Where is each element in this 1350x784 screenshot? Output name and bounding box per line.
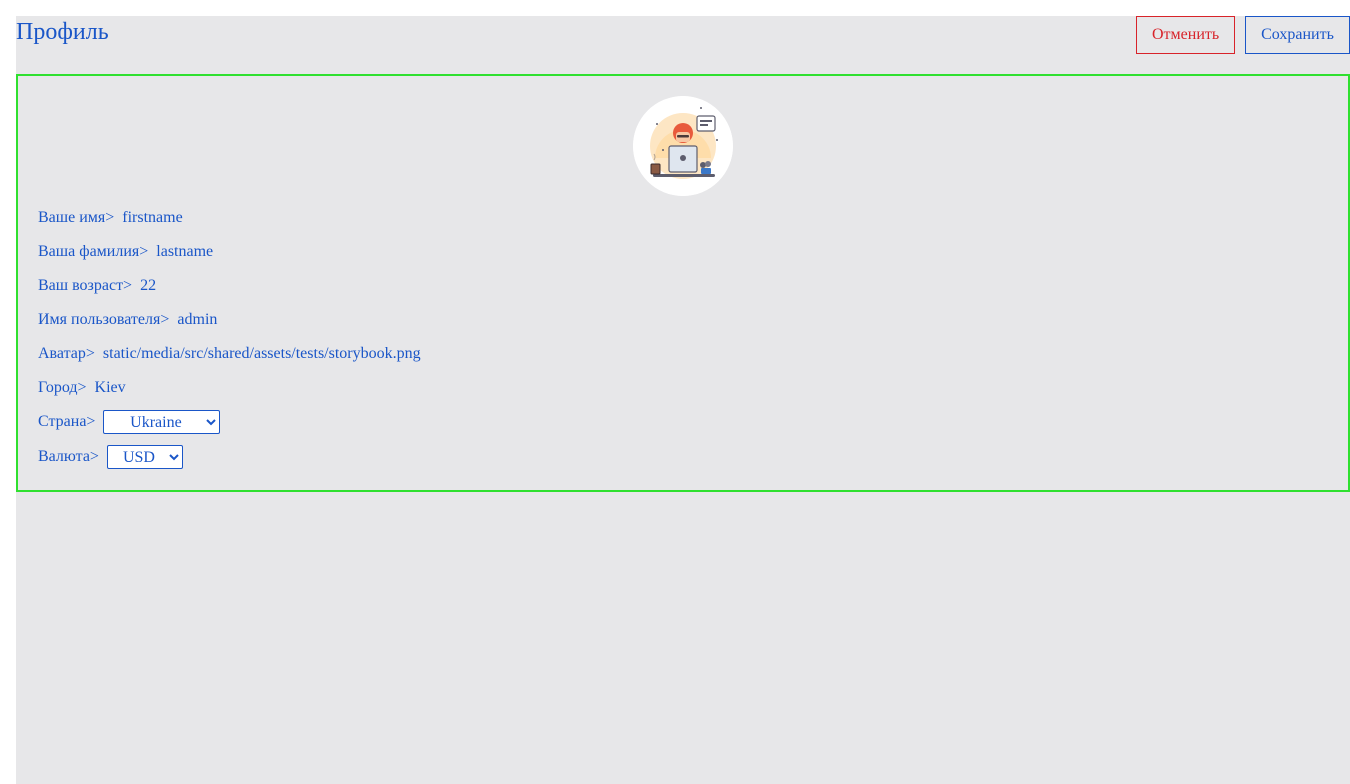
profile-header: Профиль Отменить Сохранить: [16, 16, 1350, 70]
profile-card: Ваше имя> firstname Ваша фамилия> lastna…: [16, 74, 1350, 492]
city-label: Город>: [38, 379, 87, 396]
profile-page: Профиль Отменить Сохранить Ваше имя> fir…: [16, 16, 1350, 784]
field-avatar: Аватар> static/media/src/shared/assets/t…: [38, 342, 1318, 376]
avatar-label: Аватар>: [38, 345, 95, 362]
city-value[interactable]: Kiev: [95, 379, 126, 396]
page-title: Профиль: [16, 19, 109, 45]
country-label: Страна>: [38, 413, 96, 430]
age-value[interactable]: 22: [140, 277, 156, 294]
username-value[interactable]: admin: [177, 311, 217, 328]
field-city: Город> Kiev: [38, 376, 1318, 410]
currency-label: Валюта>: [38, 448, 99, 465]
field-country: Страна> Ukraine: [38, 410, 1318, 445]
developer-avatar-icon: [633, 96, 733, 196]
currency-select[interactable]: USD: [106, 445, 183, 470]
age-label: Ваш возраст>: [38, 277, 133, 294]
lastname-value[interactable]: lastname: [156, 243, 213, 260]
save-button[interactable]: Сохранить: [1245, 16, 1350, 54]
field-username: Имя пользователя> admin: [38, 308, 1318, 342]
avatar-value[interactable]: static/media/src/shared/assets/tests/sto…: [103, 345, 421, 362]
firstname-label: Ваше имя>: [38, 209, 115, 226]
profile-fields: Ваше имя> firstname Ваша фамилия> lastna…: [38, 206, 1318, 480]
cancel-button[interactable]: Отменить: [1136, 16, 1235, 54]
field-age: Ваш возраст> 22: [38, 274, 1318, 308]
field-currency: Валюта> USD: [38, 445, 1318, 480]
field-lastname: Ваша фамилия> lastname: [38, 240, 1318, 274]
field-firstname: Ваше имя> firstname: [38, 206, 1318, 240]
lastname-label: Ваша фамилия>: [38, 243, 149, 260]
country-select[interactable]: Ukraine: [103, 410, 221, 435]
firstname-value[interactable]: firstname: [122, 209, 182, 226]
username-label: Имя пользователя>: [38, 311, 170, 328]
